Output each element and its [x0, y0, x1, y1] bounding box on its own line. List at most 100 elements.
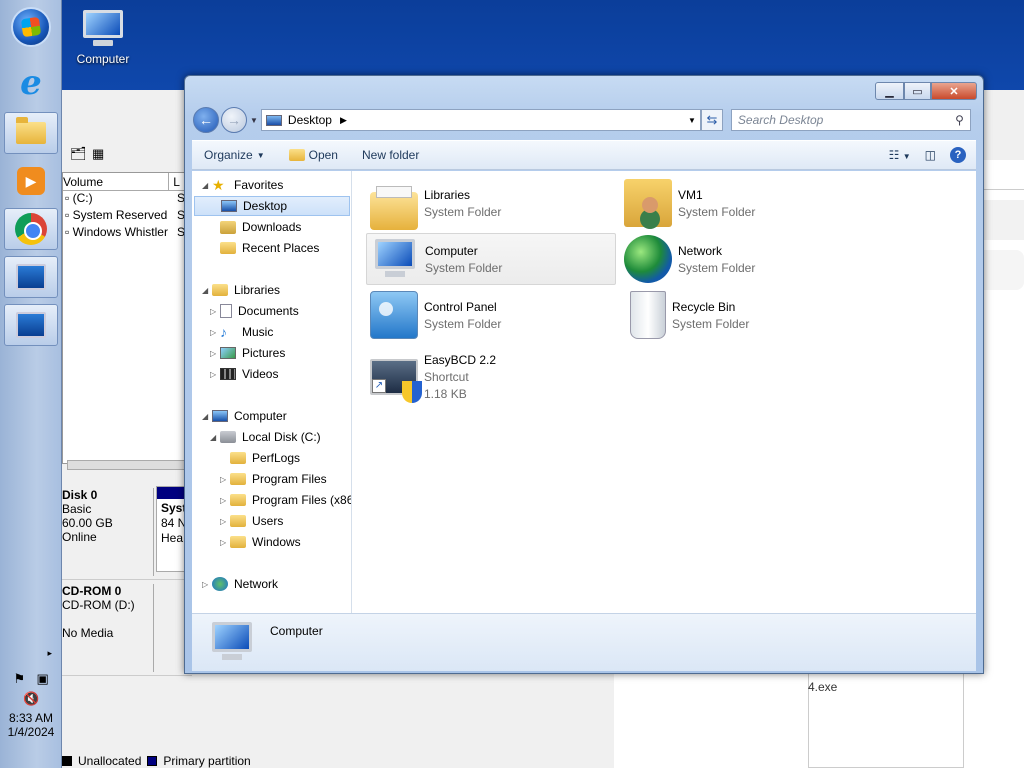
network-icon — [624, 235, 672, 283]
item-network[interactable]: Network System Folder — [620, 233, 870, 285]
computer-icon — [212, 410, 228, 422]
properties-icon[interactable]: 🗂 — [70, 146, 87, 162]
new-folder-button[interactable]: New folder — [350, 148, 431, 162]
tree-videos[interactable]: ▷ Videos — [210, 364, 278, 384]
preview-pane-button[interactable]: ◫ — [925, 148, 936, 162]
shortcut-arrow-icon: ↗ — [372, 379, 386, 393]
tree-favorites[interactable]: ◢ ★ Favorites — [202, 175, 283, 195]
help-topics-icon[interactable]: ▦ — [92, 146, 104, 162]
recycle-bin-icon — [630, 291, 666, 339]
cdrom0-row[interactable]: CD-ROM 0 CD-ROM (D:) No Media — [62, 580, 192, 676]
computer-management-icon — [16, 312, 46, 338]
item-computer[interactable]: Computer System Folder — [366, 233, 616, 285]
easybcd-icon: ↗ — [370, 359, 422, 403]
show-hidden-icons-arrow[interactable]: ▸ — [0, 648, 62, 659]
item-vm1[interactable]: VM1 System Folder — [620, 177, 870, 229]
folder-icon — [230, 494, 246, 506]
recent-pages-dropdown[interactable]: ▼ — [250, 116, 258, 125]
taskbar: e ▶ ▸ ⚑ ▣ 🔇 8:33 AM 1/4/2024 — [0, 0, 62, 768]
back-button[interactable]: ← — [193, 107, 219, 133]
start-button[interactable] — [4, 6, 58, 48]
clock-time[interactable]: 8:33 AM — [0, 711, 62, 725]
tree-recent-places[interactable]: Recent Places — [220, 238, 319, 258]
computer-icon — [79, 8, 127, 48]
taskbar-chrome[interactable] — [4, 208, 58, 250]
breadcrumb-chevron-icon[interactable]: ▶ — [340, 115, 347, 126]
column-volume[interactable]: Volume — [63, 173, 170, 190]
computer-icon — [208, 618, 256, 666]
refresh-button[interactable]: ⇆ — [700, 109, 723, 131]
disk0-row[interactable]: Disk 0 Basic 60.00 GB Online Syst 84 N H… — [62, 484, 196, 580]
minimize-button[interactable]: ▁ — [875, 82, 904, 100]
help-icon[interactable]: ? — [950, 147, 966, 163]
tree-perflogs[interactable]: PerfLogs — [230, 448, 300, 468]
network-tray-icon[interactable]: ▣ — [35, 671, 51, 687]
address-bar[interactable]: Desktop ▶ ▼ — [260, 109, 701, 131]
clock-date[interactable]: 1/4/2024 — [0, 725, 62, 739]
volume-row[interactable]: ▫ System Reserved Si — [63, 208, 191, 225]
action-center-icon[interactable]: ⚑ — [11, 671, 27, 687]
tree-computer[interactable]: ◢ Computer — [202, 406, 287, 426]
taskbar-media-player[interactable]: ▶ — [4, 160, 58, 202]
address-path[interactable]: Desktop — [288, 113, 332, 127]
search-input[interactable]: Search Desktop ⚲ — [730, 109, 971, 131]
taskbar-computer-management[interactable] — [4, 304, 58, 346]
search-icon[interactable]: ⚲ — [955, 113, 964, 127]
system-tray: ▸ ⚑ ▣ 🔇 8:33 AM 1/4/2024 — [0, 648, 62, 768]
local-disk-icon — [220, 431, 236, 443]
tree-libraries[interactable]: ◢ Libraries — [202, 280, 280, 300]
disk-list: Disk 0 Basic 60.00 GB Online Syst 84 N H… — [62, 484, 196, 676]
legend-unallocated: Unallocated — [78, 754, 142, 768]
disk0-type: Basic — [62, 502, 92, 516]
network-icon — [212, 577, 228, 591]
change-view-button[interactable]: ☷ ▼ — [889, 148, 911, 162]
volume-row[interactable]: ▫ Windows Whistler Si — [63, 225, 191, 242]
volume-row[interactable]: ▫ (C:) Si — [63, 191, 191, 208]
user-folder-icon — [624, 179, 672, 227]
close-button[interactable]: ✕ — [931, 82, 977, 100]
open-button[interactable]: Open — [277, 148, 350, 162]
disk0-status: Online — [62, 530, 97, 544]
maximize-button[interactable]: ▭ — [904, 82, 931, 100]
folder-icon — [230, 473, 246, 485]
computer-icon — [371, 235, 419, 283]
folder-icon — [230, 536, 246, 548]
organize-button[interactable]: Organize ▼ — [192, 148, 277, 162]
tree-program-files[interactable]: ▷ Program Files — [220, 469, 327, 489]
address-dropdown[interactable]: ▼ — [684, 116, 700, 125]
folder-icon — [230, 452, 246, 464]
item-easybcd[interactable]: ↗ EasyBCD 2.2 Shortcut 1.18 KB — [366, 347, 616, 407]
libraries-icon — [212, 284, 228, 296]
tree-pictures[interactable]: ▷ Pictures — [210, 343, 285, 363]
horizontal-scrollbar[interactable] — [67, 460, 187, 470]
libraries-icon — [370, 186, 418, 230]
command-bar: Organize ▼ Open New folder ☷ ▼ ◫ ? — [192, 140, 976, 170]
item-control-panel[interactable]: Control Panel System Folder — [366, 289, 616, 341]
media-player-icon: ▶ — [17, 167, 45, 195]
desktop-computer-shortcut[interactable]: Computer — [68, 8, 138, 66]
legend-primary: Primary partition — [163, 754, 251, 768]
network-computer-icon — [16, 264, 46, 290]
volume-list: Volume L ▫ (C:) Si ▫ System Reserved Si ▫ … — [62, 172, 192, 464]
taskbar-network-computer[interactable] — [4, 256, 58, 298]
tree-users[interactable]: ▷ Users — [220, 511, 283, 531]
tree-local-disk[interactable]: ◢ Local Disk (C:) — [210, 427, 321, 447]
item-libraries[interactable]: Libraries System Folder — [366, 177, 616, 230]
pictures-icon — [220, 347, 236, 359]
item-recycle-bin[interactable]: Recycle Bin System Folder — [620, 289, 870, 341]
forward-button[interactable]: → — [221, 107, 247, 133]
tree-program-files-x86[interactable]: ▷ Program Files (x86 — [220, 490, 351, 510]
taskbar-internet-explorer[interactable]: e — [4, 62, 58, 104]
tree-documents[interactable]: ▷ Documents — [210, 301, 299, 321]
tree-windows[interactable]: ▷ Windows — [220, 532, 301, 552]
taskbar-windows-explorer[interactable] — [4, 112, 58, 154]
tree-music[interactable]: ▷ ♪ Music — [210, 322, 273, 342]
tree-downloads[interactable]: Downloads — [220, 217, 301, 237]
folder-icon — [16, 117, 46, 144]
tree-network[interactable]: ▷ Network — [202, 574, 278, 594]
content-pane: Libraries System Folder VM1 System Folder … — [352, 171, 976, 613]
tree-desktop[interactable]: Desktop — [194, 196, 350, 216]
navigation-bar: ← → ▼ Desktop ▶ ▼ ⇆ Search Desktop ⚲ — [193, 106, 977, 134]
desktop-icon — [221, 200, 237, 212]
volume-muted-icon[interactable]: 🔇 — [23, 691, 39, 707]
